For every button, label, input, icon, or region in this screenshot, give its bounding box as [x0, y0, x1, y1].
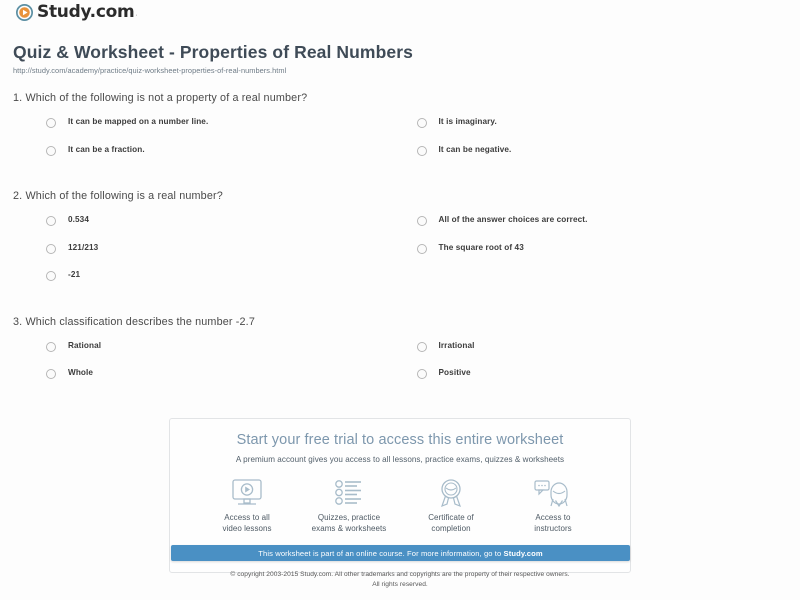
option-row[interactable]: All of the answer choices are correct. — [416, 215, 788, 243]
option-label: Whole — [68, 368, 94, 378]
option-label: Irrational — [438, 340, 475, 350]
option-row[interactable]: The square root of 43 — [416, 242, 788, 271]
banner-prefix: This worksheet is part of an online cour… — [258, 548, 504, 558]
option-label: Positive — [438, 368, 471, 378]
banner-link[interactable]: Study.com — [504, 549, 543, 558]
checklist-icon — [298, 476, 400, 510]
question-1-text: 1. Which of the following is not a prope… — [13, 92, 308, 104]
radio-button-icon[interactable] — [46, 341, 56, 352]
feature-instructors: Access to instructors — [502, 476, 604, 535]
option-label: It can be a fraction. — [68, 144, 145, 154]
radio-button-icon[interactable] — [416, 118, 427, 129]
radio-button-icon[interactable] — [46, 243, 56, 254]
radio-button-icon[interactable] — [416, 341, 427, 352]
title-block: Quiz & Worksheet - Properties of Real Nu… — [13, 42, 783, 75]
option-row[interactable]: 0.534 — [46, 215, 417, 243]
option-label: Rational — [68, 340, 102, 350]
feature-video-lessons: Access to all video lessons — [196, 476, 298, 535]
option-row[interactable]: Irrational — [416, 340, 788, 369]
option-row[interactable]: 121/213 — [46, 243, 417, 271]
question-2: 2. Which of the following is a real numb… — [13, 189, 787, 298]
play-circle-icon — [16, 4, 33, 21]
question-2-options: 0.534 All of the answer choices are corr… — [13, 215, 787, 298]
option-row[interactable]: Positive — [416, 368, 788, 396]
option-label: 0.534 — [68, 215, 89, 225]
worksheet-page: Study.com · Quiz & Worksheet - Propertie… — [0, 0, 800, 600]
option-label: 121/213 — [68, 242, 99, 252]
radio-button-icon[interactable] — [46, 145, 56, 156]
monitor-play-icon — [196, 476, 298, 510]
radio-button-icon[interactable] — [416, 216, 427, 227]
option-label: It is imaginary. — [438, 117, 497, 127]
radio-button-icon[interactable] — [416, 243, 427, 254]
copyright-line-1: © copyright 2003-2015 Study.com. All oth… — [230, 571, 570, 578]
question-1: 1. Which of the following is not a prope… — [13, 91, 787, 172]
online-course-banner[interactable]: This worksheet is part of an online cour… — [171, 545, 630, 561]
feature-quizzes-practice: Quizzes, practice exams & worksheets — [298, 476, 400, 535]
instructor-chat-icon — [502, 476, 604, 510]
page-footer: © copyright 2003-2015 Study.com. All oth… — [0, 570, 800, 589]
question-3: 3. Which classification describes the nu… — [13, 315, 787, 396]
option-row[interactable]: It can be a fraction. — [46, 145, 417, 173]
radio-button-icon[interactable] — [46, 271, 56, 282]
page-url: http://study.com/academy/practice/quiz-w… — [13, 66, 287, 75]
option-label: -21 — [68, 270, 81, 280]
award-ribbon-icon — [400, 476, 502, 510]
question-3-text: 3. Which classification describes the nu… — [13, 315, 255, 328]
site-header: Study.com · — [16, 4, 138, 21]
question-2-text: 2. Which of the following is a real numb… — [13, 190, 223, 203]
option-row[interactable]: Rational — [46, 341, 417, 369]
option-label: It can be negative. — [438, 144, 512, 154]
questions-list: 1. Which of the following is not a prope… — [13, 91, 787, 413]
question-1-options: It can be mapped on a number line. It is… — [13, 117, 787, 172]
option-label: The square root of 43 — [438, 242, 524, 252]
option-label: It can be mapped on a number line. — [68, 117, 209, 127]
radio-button-icon[interactable] — [416, 369, 427, 380]
radio-button-icon[interactable] — [46, 369, 56, 380]
option-label: All of the answer choices are correct. — [438, 215, 588, 225]
promo-features: Access to all video lessons Quizzes, pra… — [182, 476, 618, 535]
question-3-options: Rational Irrational Whole Positive — [13, 341, 787, 396]
option-row[interactable]: Whole — [46, 368, 417, 396]
feature-label: Quizzes, practice exams & worksheets — [311, 513, 387, 534]
option-row[interactable]: It can be mapped on a number line. — [46, 117, 417, 145]
radio-button-icon[interactable] — [46, 216, 56, 227]
option-row[interactable]: It can be negative. — [416, 144, 788, 173]
feature-label: Certificate of completion — [428, 513, 474, 534]
copyright-line-2: All rights reserved. — [372, 580, 428, 588]
feature-label: Access to instructors — [534, 513, 572, 534]
promo-subtitle: A premium account gives you access to al… — [235, 455, 565, 465]
trademark-mark: · — [135, 12, 138, 19]
page-title: Quiz & Worksheet - Properties of Real Nu… — [13, 42, 413, 62]
online-course-banner-text: This worksheet is part of an online cour… — [258, 549, 542, 558]
option-row[interactable]: It is imaginary. — [416, 117, 788, 145]
study-logo[interactable]: Study.com · — [16, 4, 138, 21]
study-logo-text: Study.com — [37, 2, 135, 22]
option-row[interactable]: -21 — [46, 270, 417, 298]
feature-label: Access to all video lessons — [222, 513, 272, 534]
feature-certificate: Certificate of completion — [400, 476, 502, 535]
radio-button-icon[interactable] — [46, 118, 56, 129]
radio-button-icon[interactable] — [416, 145, 427, 156]
promo-title: Start your free trial to access this ent… — [236, 432, 564, 448]
